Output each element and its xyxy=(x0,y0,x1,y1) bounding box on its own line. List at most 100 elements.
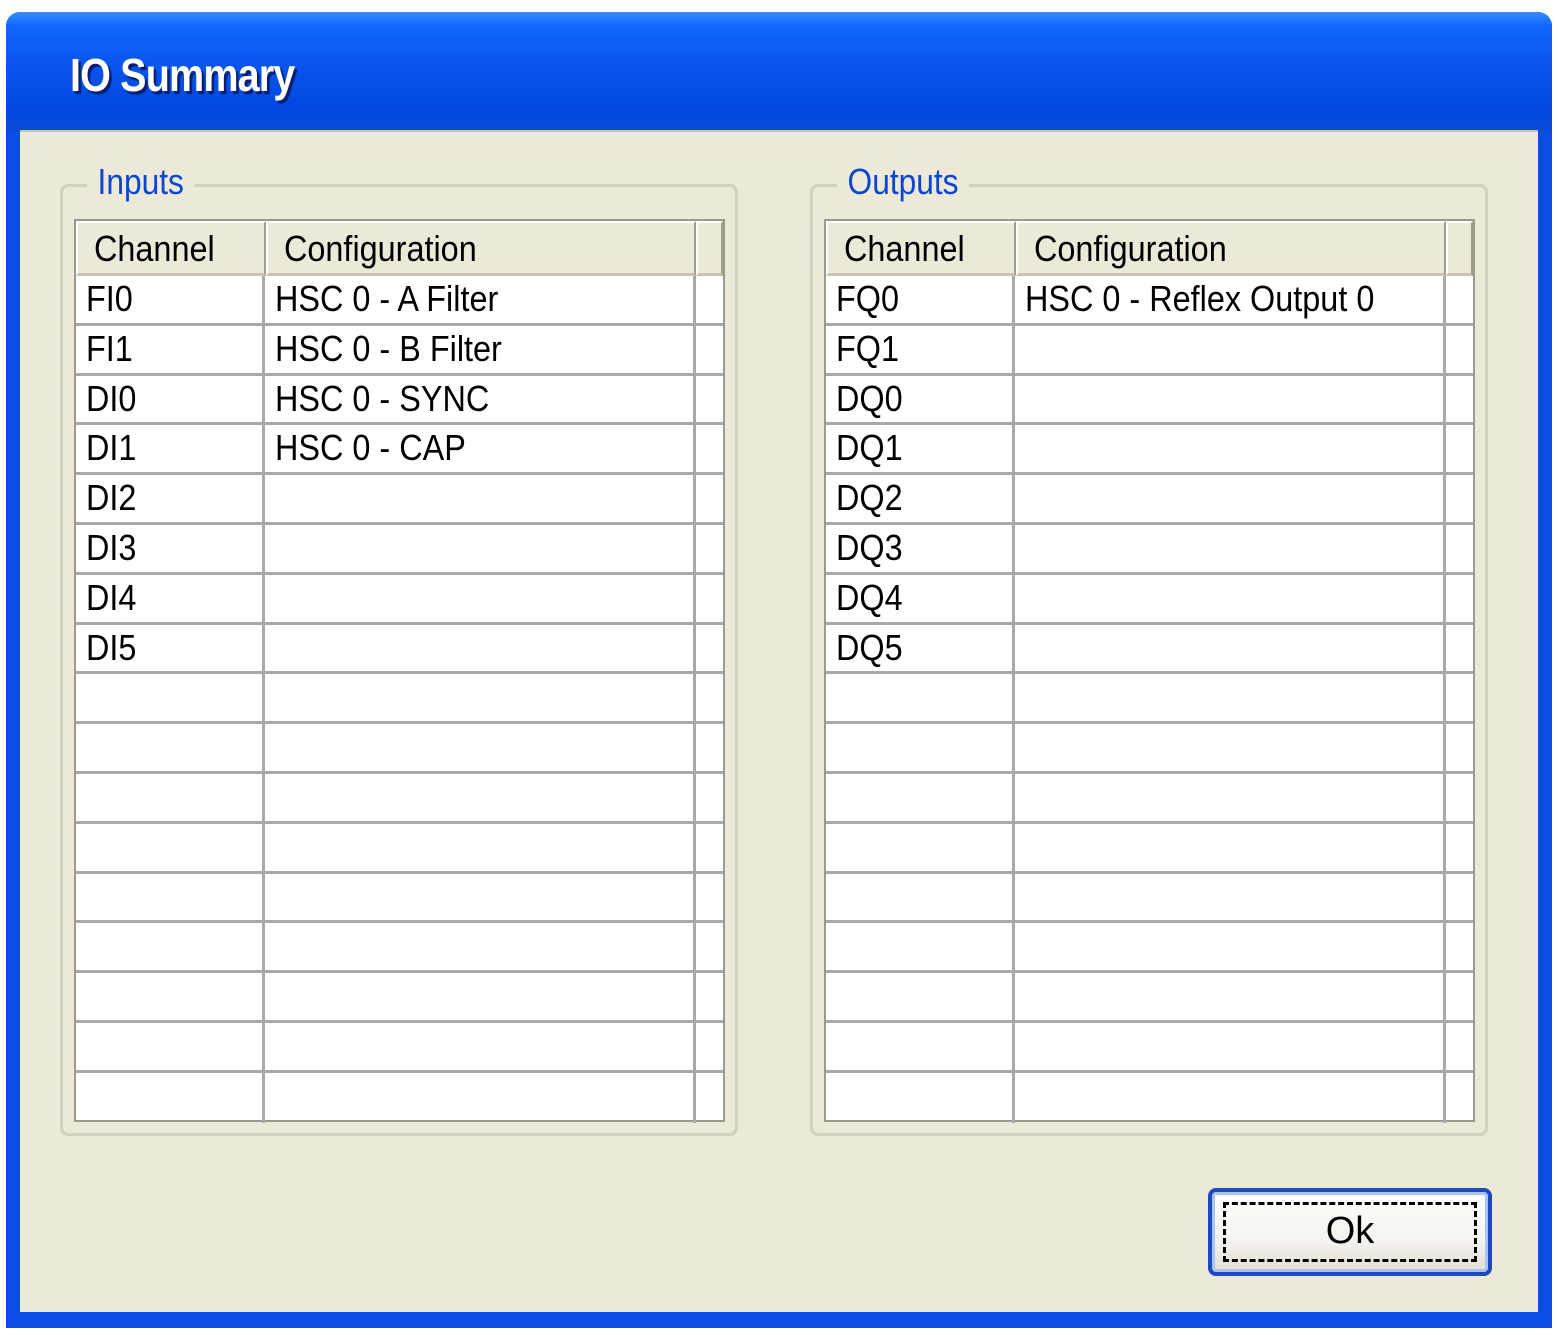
channel-cell[interactable]: FQ1 xyxy=(826,325,1015,373)
channel-cell[interactable]: DQ3 xyxy=(826,524,1015,572)
configuration-cell[interactable] xyxy=(1015,425,1446,473)
channel-cell[interactable] xyxy=(826,724,1015,771)
configuration-cell[interactable] xyxy=(265,724,696,771)
table-row[interactable]: DI2 xyxy=(76,475,723,525)
configuration-cell[interactable] xyxy=(265,973,696,1020)
inputs-table[interactable]: Channel Configuration FI0 HSC 0 - A Filte… xyxy=(74,219,725,1123)
configuration-cell[interactable] xyxy=(1015,1072,1446,1123)
configuration-cell[interactable] xyxy=(1015,574,1446,622)
table-row[interactable]: DQ0 xyxy=(826,375,1473,426)
table-row[interactable]: DI5 xyxy=(76,624,723,675)
table-row[interactable]: FI1 HSC 0 - B Filter xyxy=(76,325,723,376)
table-row[interactable] xyxy=(826,773,1473,824)
configuration-cell[interactable] xyxy=(1015,325,1446,373)
configuration-cell[interactable] xyxy=(265,574,696,622)
channel-cell[interactable] xyxy=(826,973,1015,1020)
configuration-cell[interactable]: HSC 0 - CAP xyxy=(265,425,696,473)
configuration-cell[interactable]: HSC 0 - A Filter xyxy=(265,276,696,323)
table-row[interactable] xyxy=(76,773,723,824)
ok-button[interactable]: Ok xyxy=(1208,1188,1492,1276)
table-row[interactable] xyxy=(826,973,1473,1023)
configuration-cell[interactable] xyxy=(1015,674,1446,722)
table-row[interactable] xyxy=(826,923,1473,974)
channel-cell[interactable] xyxy=(826,773,1015,821)
configuration-cell[interactable] xyxy=(265,923,696,971)
channel-cell[interactable] xyxy=(76,674,265,722)
table-row[interactable] xyxy=(76,1022,723,1073)
configuration-cell[interactable]: HSC 0 - Reflex Output 0 xyxy=(1015,276,1446,323)
configuration-cell[interactable] xyxy=(1015,524,1446,572)
channel-cell[interactable]: DQ5 xyxy=(826,624,1015,672)
table-row[interactable]: DI3 xyxy=(76,524,723,575)
channel-cell[interactable] xyxy=(826,823,1015,871)
outputs-table[interactable]: Channel Configuration FQ0 HSC 0 - Reflex … xyxy=(824,219,1475,1123)
table-row[interactable]: DQ2 xyxy=(826,475,1473,525)
channel-cell[interactable] xyxy=(76,823,265,871)
configuration-cell[interactable] xyxy=(265,823,696,871)
configuration-cell[interactable] xyxy=(265,1022,696,1070)
table-row[interactable]: DI0 HSC 0 - SYNC xyxy=(76,375,723,426)
channel-cell[interactable] xyxy=(826,873,1015,921)
table-row[interactable]: DI1 HSC 0 - CAP xyxy=(76,425,723,476)
configuration-cell[interactable] xyxy=(265,773,696,821)
channel-cell[interactable]: DQ2 xyxy=(826,475,1015,522)
table-row[interactable] xyxy=(76,973,723,1023)
configuration-cell[interactable] xyxy=(265,873,696,921)
configuration-cell[interactable] xyxy=(1015,973,1446,1020)
channel-cell[interactable]: DI0 xyxy=(76,375,265,423)
channel-cell[interactable] xyxy=(76,873,265,921)
configuration-cell[interactable] xyxy=(1015,624,1446,672)
column-header-configuration[interactable]: Configuration xyxy=(1016,221,1446,276)
channel-cell[interactable]: DI3 xyxy=(76,524,265,572)
table-row[interactable]: FQ1 xyxy=(826,325,1473,376)
channel-cell[interactable] xyxy=(76,923,265,971)
configuration-cell[interactable] xyxy=(1015,923,1446,971)
configuration-cell[interactable] xyxy=(265,1072,696,1123)
table-row[interactable] xyxy=(826,674,1473,725)
configuration-cell[interactable] xyxy=(1015,823,1446,871)
configuration-cell[interactable] xyxy=(1015,375,1446,423)
table-row[interactable]: DI4 xyxy=(76,574,723,625)
channel-cell[interactable] xyxy=(76,1022,265,1070)
configuration-cell[interactable] xyxy=(265,624,696,672)
table-row[interactable] xyxy=(76,1072,723,1123)
table-row[interactable] xyxy=(76,873,723,924)
configuration-cell[interactable]: HSC 0 - SYNC xyxy=(265,375,696,423)
table-row[interactable]: DQ3 xyxy=(826,524,1473,575)
channel-cell[interactable]: DQ1 xyxy=(826,425,1015,473)
channel-cell[interactable] xyxy=(826,1022,1015,1070)
table-row[interactable] xyxy=(826,1022,1473,1073)
configuration-cell[interactable] xyxy=(265,524,696,572)
channel-cell[interactable]: FI0 xyxy=(76,276,265,323)
table-row[interactable]: FI0 HSC 0 - A Filter xyxy=(76,276,723,326)
column-header-configuration[interactable]: Configuration xyxy=(266,221,696,276)
table-row[interactable]: FQ0 HSC 0 - Reflex Output 0 xyxy=(826,276,1473,326)
channel-cell[interactable]: DI1 xyxy=(76,425,265,473)
table-row[interactable] xyxy=(826,823,1473,874)
table-row[interactable] xyxy=(76,724,723,774)
table-row[interactable] xyxy=(76,923,723,974)
title-bar[interactable]: IO Summary xyxy=(6,12,1552,130)
configuration-cell[interactable] xyxy=(1015,873,1446,921)
channel-cell[interactable]: DI2 xyxy=(76,475,265,522)
channel-cell[interactable] xyxy=(76,973,265,1020)
configuration-cell[interactable] xyxy=(1015,1022,1446,1070)
column-header-channel[interactable]: Channel xyxy=(826,221,1016,276)
channel-cell[interactable]: DQ0 xyxy=(826,375,1015,423)
table-row[interactable] xyxy=(76,823,723,874)
channel-cell[interactable] xyxy=(826,1072,1015,1123)
table-row[interactable] xyxy=(826,873,1473,924)
configuration-cell[interactable] xyxy=(1015,475,1446,522)
configuration-cell[interactable] xyxy=(1015,724,1446,771)
configuration-cell[interactable]: HSC 0 - B Filter xyxy=(265,325,696,373)
column-header-channel[interactable]: Channel xyxy=(76,221,266,276)
channel-cell[interactable]: DI4 xyxy=(76,574,265,622)
table-row[interactable]: DQ1 xyxy=(826,425,1473,476)
table-row[interactable] xyxy=(76,674,723,725)
channel-cell[interactable]: DI5 xyxy=(76,624,265,672)
table-row[interactable]: DQ4 xyxy=(826,574,1473,625)
configuration-cell[interactable] xyxy=(1015,773,1446,821)
channel-cell[interactable]: DQ4 xyxy=(826,574,1015,622)
table-row[interactable]: DQ5 xyxy=(826,624,1473,675)
table-row[interactable] xyxy=(826,724,1473,774)
